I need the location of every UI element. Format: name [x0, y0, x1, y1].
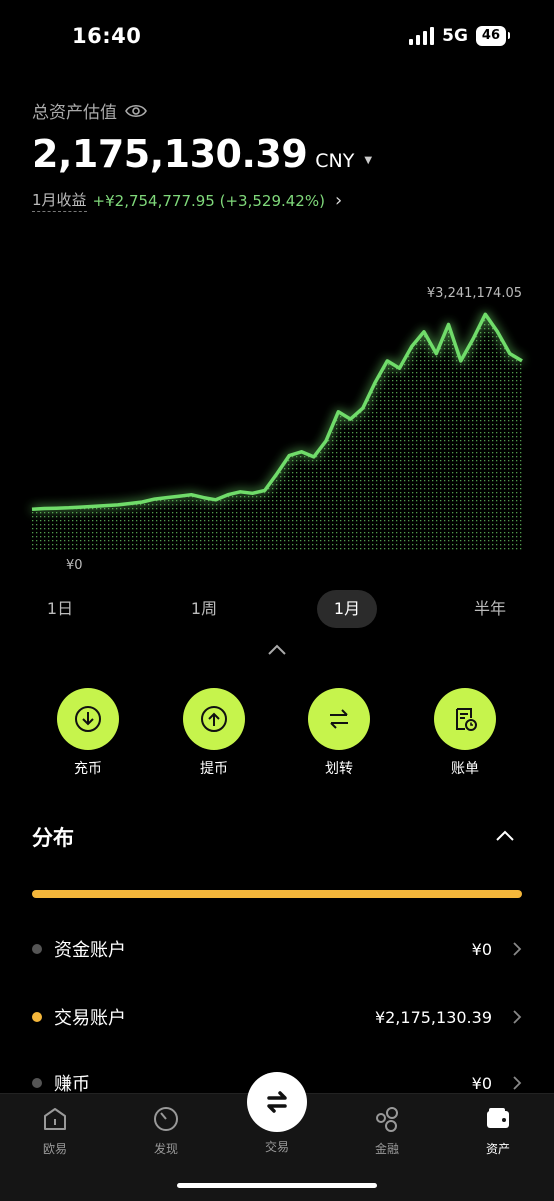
- nav-label: 金融: [374, 1142, 399, 1156]
- network-type: 5G: [442, 26, 468, 46]
- chevron-right-icon: [513, 942, 522, 956]
- transfer-button[interactable]: 划转: [299, 688, 379, 778]
- chevron-up-icon[interactable]: [266, 642, 288, 658]
- withdraw-icon: [201, 706, 227, 732]
- account-row-trading[interactable]: 交易账户 ¥2,175,130.39: [32, 997, 522, 1037]
- nav-assets[interactable]: 资产: [463, 1104, 533, 1157]
- account-value: ¥2,175,130.39: [374, 1007, 492, 1027]
- currency-selector[interactable]: CNY: [315, 150, 354, 172]
- pnl-row[interactable]: 1月收益 +¥2,754,777.95 (+3,529.42%) ›: [32, 189, 342, 212]
- nav-home[interactable]: 欧易: [20, 1104, 90, 1157]
- account-dot: [32, 1012, 42, 1022]
- withdraw-label: 提币: [200, 761, 228, 777]
- deposit-label: 充币: [74, 761, 102, 777]
- chart-min-label: ¥0: [66, 558, 83, 573]
- chart-area: [32, 314, 522, 550]
- home-indicator: [177, 1183, 377, 1188]
- account-name: 资金账户: [54, 940, 126, 961]
- period-tab-6m[interactable]: 半年: [460, 590, 520, 628]
- nav-discover[interactable]: 发现: [131, 1104, 201, 1157]
- trade-icon: [267, 1091, 287, 1113]
- asset-chart: [31, 312, 523, 550]
- account-dot: [32, 944, 42, 954]
- finance-icon: [376, 1107, 398, 1132]
- chevron-up-icon[interactable]: [494, 828, 516, 844]
- balance-value: 2,175,130.39: [32, 132, 308, 176]
- period-tab-1d[interactable]: 1日: [30, 590, 90, 628]
- nav-label: 资产: [485, 1142, 510, 1156]
- home-icon: [44, 1108, 66, 1130]
- chevron-right-icon: [513, 1076, 522, 1090]
- battery-icon: 46: [475, 26, 511, 46]
- signal-icon: [409, 27, 435, 45]
- deposit-button[interactable]: 充币: [48, 688, 128, 778]
- nav-finance[interactable]: 金融: [352, 1104, 422, 1157]
- status-time: 16:40: [72, 24, 142, 48]
- balance: 2,175,130.39 CNY ▼: [32, 132, 372, 176]
- nav-label-trade: 交易: [264, 1140, 289, 1154]
- account-value: ¥0: [471, 939, 492, 959]
- total-asset-label-text: 总资产估值: [32, 103, 117, 123]
- account-name: 交易账户: [54, 1008, 126, 1029]
- total-asset-label: 总资产估值: [32, 98, 147, 123]
- period-tab-1m[interactable]: 1月: [317, 590, 377, 628]
- nav-label: 欧易: [42, 1142, 67, 1156]
- chevron-right-icon: [513, 1010, 522, 1024]
- discover-icon: [154, 1107, 178, 1131]
- distribution-bar: [32, 890, 522, 898]
- distribution-title: 分布: [32, 826, 74, 850]
- caret-down-icon[interactable]: ▼: [364, 155, 372, 166]
- nav-label: 发现: [153, 1142, 178, 1156]
- period-tab-1w[interactable]: 1周: [174, 590, 234, 628]
- account-dot: [32, 1078, 42, 1088]
- bill-label: 账单: [451, 761, 479, 777]
- eye-icon[interactable]: [125, 103, 147, 119]
- pnl-value: +¥2,754,777.95 (+3,529.42%): [92, 191, 325, 210]
- period-tabs: 1日 1周 1月 半年: [0, 590, 554, 630]
- wallet-icon: [487, 1108, 509, 1128]
- status-indicators: 5G 46: [409, 26, 511, 46]
- bill-button[interactable]: 账单: [425, 688, 505, 778]
- transfer-label: 划转: [325, 761, 353, 777]
- deposit-icon: [75, 706, 101, 732]
- trade-button[interactable]: [247, 1072, 307, 1132]
- transfer-icon: [330, 709, 348, 729]
- pnl-label: 1月收益: [32, 189, 87, 212]
- withdraw-button[interactable]: 提币: [174, 688, 254, 778]
- chevron-right-icon[interactable]: ›: [335, 190, 342, 211]
- account-value: ¥0: [471, 1073, 492, 1093]
- bill-icon: [456, 708, 477, 731]
- account-row-funding[interactable]: 资金账户 ¥0: [32, 929, 522, 969]
